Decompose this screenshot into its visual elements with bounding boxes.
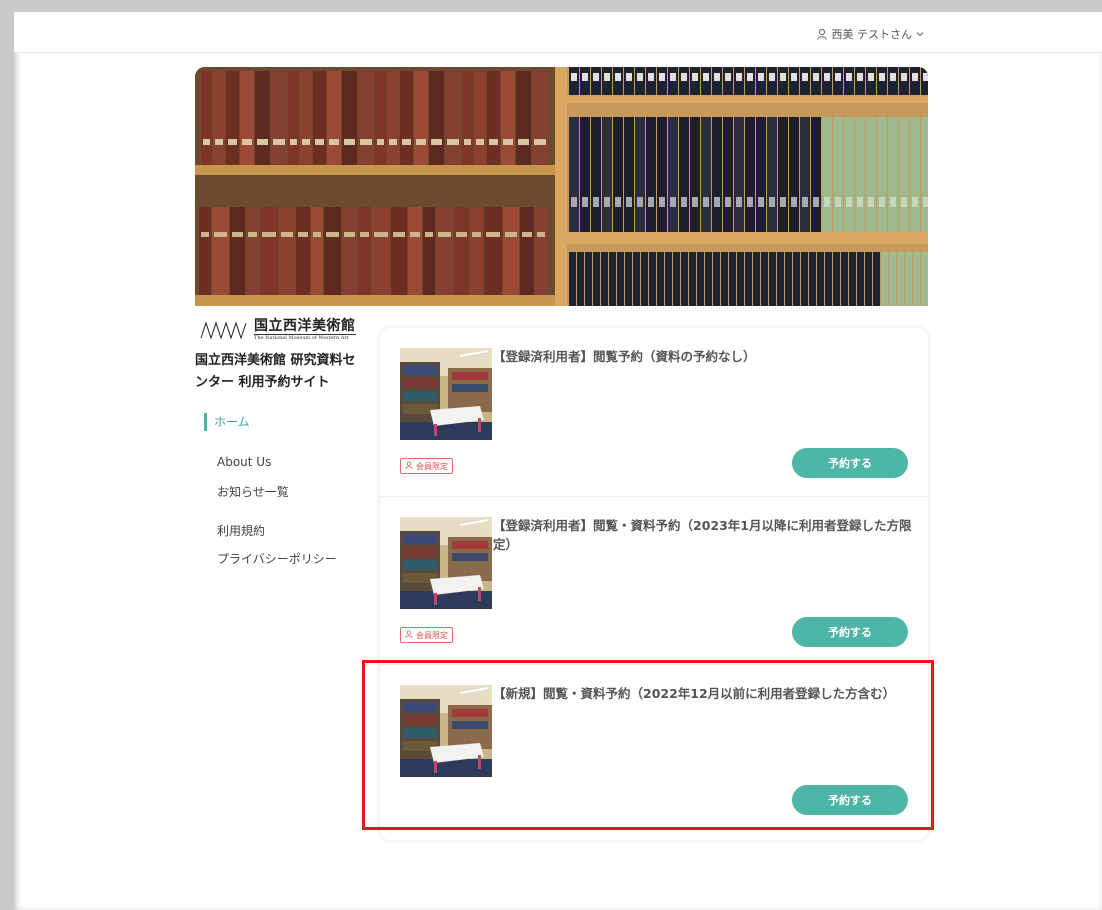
members-only-badge: 会員限定 xyxy=(400,627,453,643)
reservation-card: 【登録済利用者】閲覧・資料予約（2023年1月以降に利用者登録した方限定） 会員… xyxy=(380,496,928,664)
logo-name-en: The National Museum of Western Art xyxy=(254,335,349,341)
nav-item-home[interactable]: ホーム xyxy=(204,413,250,431)
chevron-down-icon xyxy=(916,30,924,38)
logo-name-ja: 国立西洋美術館 xyxy=(254,318,356,335)
user-icon xyxy=(816,28,828,40)
reserve-button[interactable]: 予約する xyxy=(792,785,908,815)
nav-item-about[interactable]: About Us xyxy=(217,455,271,469)
museum-logo: 国立西洋美術館 The National Museum of Western A… xyxy=(200,318,356,342)
user-icon xyxy=(405,630,413,640)
hero-banner-image xyxy=(195,67,928,306)
members-only-badge: 会員限定 xyxy=(400,458,453,474)
reservation-card-list: 【登録済利用者】閲覧予約（資料の予約なし） 会員限定 予約する 【登録済利用者】… xyxy=(380,328,928,840)
nav-item-terms[interactable]: 利用規約 xyxy=(217,522,265,539)
badge-label: 会員限定 xyxy=(416,630,448,640)
user-name: 西美 テストさん xyxy=(831,28,913,41)
reservation-card: 【新規】閲覧・資料予約（2022年12月以前に利用者登録した方含む） 予約する xyxy=(380,664,928,832)
user-menu[interactable]: 西美 テストさん xyxy=(816,26,925,42)
badge-label: 会員限定 xyxy=(416,461,448,471)
card-title[interactable]: 【新規】閲覧・資料予約（2022年12月以前に利用者登録した方含む） xyxy=(493,684,913,703)
card-thumbnail-image xyxy=(400,517,492,609)
card-title[interactable]: 【登録済利用者】閲覧・資料予約（2023年1月以降に利用者登録した方限定） xyxy=(493,516,913,554)
site-title: 国立西洋美術館 研究資料センター 利用予約サイト xyxy=(195,353,356,390)
card-title[interactable]: 【登録済利用者】閲覧予約（資料の予約なし） xyxy=(493,347,913,366)
reserve-button[interactable]: 予約する xyxy=(792,617,908,647)
reservation-card: 【登録済利用者】閲覧予約（資料の予約なし） 会員限定 予約する xyxy=(380,328,928,496)
card-thumbnail-image xyxy=(400,348,492,440)
top-bar: 西美 テストさん xyxy=(14,12,1102,53)
reserve-button[interactable]: 予約する xyxy=(792,448,908,478)
logo-mark-icon xyxy=(200,321,247,339)
card-thumbnail-image xyxy=(400,685,492,777)
user-icon xyxy=(405,461,413,471)
nav-item-news[interactable]: お知らせ一覧 xyxy=(217,483,289,500)
nav-item-privacy[interactable]: プライバシーポリシー xyxy=(217,550,337,567)
